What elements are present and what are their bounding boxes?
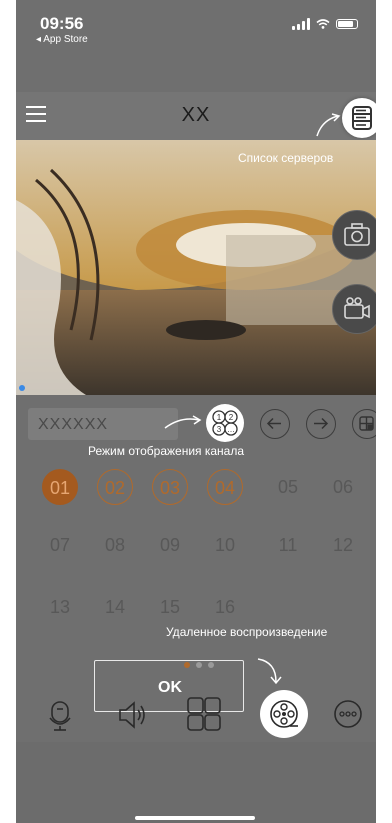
channel-mode-tip: Режим отображения канала [88, 444, 245, 458]
channel-10[interactable]: 10 [207, 527, 243, 563]
next-icon [314, 417, 329, 430]
remote-playback-button[interactable] [260, 690, 308, 738]
channel-14[interactable]: 14 [97, 589, 133, 625]
svg-text:3: 3 [217, 425, 222, 434]
channel-selector-value: XXXXXX [38, 416, 109, 433]
svg-text:…: … [227, 425, 235, 434]
back-to-app-store-link[interactable]: ◂ App Store [36, 34, 88, 45]
grid-view-button[interactable] [184, 686, 224, 742]
channel-12[interactable]: 12 [325, 527, 361, 563]
status-bar: 09:56 ◂ App Store [16, 0, 376, 50]
speaker-icon [119, 701, 145, 729]
tip-arrow-icon [164, 415, 202, 429]
bottom-toolbar [16, 686, 376, 742]
channel-mode-button[interactable]: 1 2 3 … [206, 404, 244, 442]
speaker-button[interactable] [112, 686, 152, 742]
camera-icon [344, 223, 370, 246]
channel-02[interactable]: 02 [97, 469, 133, 505]
channel-03[interactable]: 03 [152, 469, 188, 505]
snapshot-button[interactable] [332, 210, 376, 260]
channel-11[interactable]: 11 [270, 527, 306, 563]
server-list-tip: Список серверов [238, 151, 334, 165]
channel-08[interactable]: 08 [97, 527, 133, 563]
channel-04[interactable]: 04 [207, 469, 243, 505]
status-indicators [292, 18, 358, 30]
prev-icon [266, 417, 281, 430]
tip-arrow-icon [257, 658, 282, 685]
record-button[interactable] [332, 284, 376, 334]
film-reel-icon [270, 700, 298, 728]
app-screen: 09:56 ◂ App Store XX Список серверов XXX… [16, 0, 376, 823]
grid-icon [187, 697, 221, 731]
status-time: 09:56 [40, 14, 84, 33]
remote-playback-tip: Удаленное воспроизведение [166, 625, 328, 639]
channel-15[interactable]: 15 [152, 589, 188, 625]
channel-06[interactable]: 06 [325, 469, 361, 505]
video-record-icon [344, 297, 370, 319]
prev-button[interactable] [260, 409, 290, 439]
signal-icon [292, 18, 310, 30]
svg-text:2: 2 [229, 413, 234, 422]
channel-13[interactable]: 13 [42, 589, 78, 625]
svg-text:1: 1 [217, 413, 222, 422]
camera-frame-image [16, 140, 376, 395]
microphone-icon [49, 701, 71, 731]
server-list-button[interactable] [342, 98, 376, 138]
next-button[interactable] [306, 409, 336, 439]
channel-09[interactable]: 09 [152, 527, 188, 563]
tip-arrow-icon [316, 113, 341, 137]
battery-icon [336, 19, 358, 29]
wifi-icon [316, 19, 330, 29]
more-button[interactable] [328, 686, 368, 742]
bottom-area [16, 742, 376, 823]
channel-16[interactable]: 16 [207, 589, 243, 625]
layout-button[interactable] [352, 409, 376, 439]
home-indicator[interactable] [135, 816, 255, 820]
microphone-button[interactable] [40, 686, 80, 742]
server-list-icon [352, 106, 372, 130]
more-icon [334, 700, 362, 728]
channel-05[interactable]: 05 [270, 469, 306, 505]
channel-selector[interactable]: XXXXXX [28, 408, 178, 440]
channel-07[interactable]: 07 [42, 527, 78, 563]
video-view[interactable] [16, 140, 376, 395]
layout-icon [359, 416, 374, 431]
channel-01[interactable]: 01 [42, 469, 78, 505]
channel-mode-icon: 1 2 3 … [212, 410, 238, 436]
